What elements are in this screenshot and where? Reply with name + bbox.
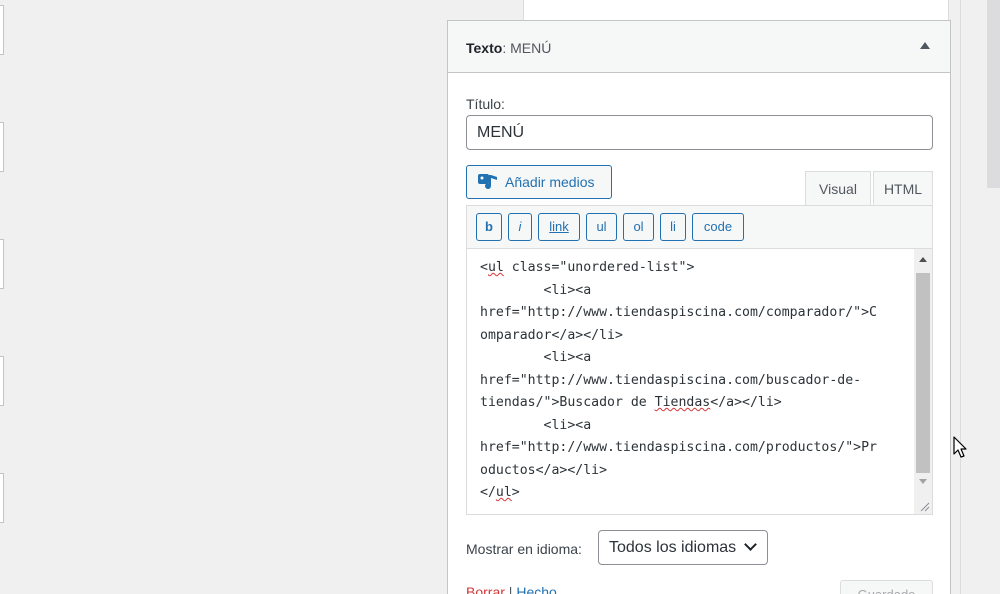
widget-footer-links: Borrar | Hecho [466, 584, 557, 594]
misspelled-word: ul [487, 260, 504, 275]
page-scrollbar-thumb[interactable] [987, 0, 1000, 188]
previous-widget-bottom [523, 0, 949, 22]
html-content-text[interactable]: <ul class="unordered-list"> <li><a href="… [480, 257, 910, 505]
language-label: Mostrar en idioma: [466, 541, 582, 557]
delete-link[interactable]: Borrar [466, 584, 505, 594]
mouse-cursor-icon [953, 436, 967, 458]
quicktags-toolbar: b i link ul ol li code [466, 205, 933, 248]
quicktag-bold-button[interactable]: b [476, 213, 502, 241]
quicktag-li-button[interactable]: li [660, 213, 686, 241]
text-widget: Texto: MENÚ Título: MENÚ Añadir medios V… [447, 20, 951, 594]
misspelled-word: Tiendas [654, 395, 711, 410]
done-link[interactable]: Hecho [516, 584, 556, 594]
widget-title: Texto: MENÚ [466, 40, 551, 56]
chevron-down-icon [744, 538, 757, 551]
widget-instance-title: : MENÚ [502, 40, 552, 56]
quicktag-link-button[interactable]: link [538, 213, 580, 241]
scroll-up-arrow-icon[interactable] [919, 257, 927, 262]
code-line: href="http://www.tiendaspiscina.com/prod… [480, 440, 877, 455]
tab-html[interactable]: HTML [873, 171, 933, 205]
textarea-scrollbar[interactable] [914, 249, 932, 514]
code-line: <li><a [480, 350, 592, 365]
media-icon [478, 174, 497, 190]
widget-type-label: Texto [466, 40, 503, 56]
language-select[interactable]: Todos los idiomas [598, 530, 768, 565]
html-content-textarea[interactable]: <ul class="unordered-list"> <li><a href="… [466, 248, 933, 515]
code-line: <ul class="unordered-list"> [480, 260, 695, 275]
quicktag-ul-button[interactable]: ul [586, 213, 617, 241]
left-panel-edge [0, 473, 4, 523]
add-media-label: Añadir medios [505, 174, 595, 190]
quicktag-italic-button[interactable]: i [508, 213, 532, 241]
left-panel-edge [0, 356, 4, 406]
code-line: oductos</a></li> [480, 462, 608, 478]
code-line: <li><a [480, 282, 592, 298]
quicktag-code-button[interactable]: code [692, 213, 744, 241]
link-separator: | [508, 584, 513, 594]
code-line: href="http://www.tiendaspiscina.com/busc… [480, 372, 862, 388]
title-input[interactable]: MENÚ [466, 115, 933, 150]
resize-handle-icon[interactable] [918, 500, 930, 512]
add-media-button[interactable]: Añadir medios [466, 165, 612, 199]
widget-header[interactable]: Texto: MENÚ [448, 21, 950, 73]
tab-visual[interactable]: Visual [805, 171, 871, 205]
textarea-scrollbar-thumb[interactable] [916, 273, 930, 473]
code-line: <li><a [480, 417, 592, 433]
page-scrollbar[interactable] [960, 0, 1000, 594]
left-panel-edge [0, 239, 4, 289]
code-line: </ul> [480, 485, 520, 500]
left-panel-edge [0, 5, 4, 55]
language-selected-value: Todos los idiomas [609, 539, 737, 556]
left-panel-edge [0, 122, 4, 172]
code-line: tiendas/">Buscador de Tiendas</a></li> [480, 395, 782, 410]
collapse-arrow-icon[interactable] [920, 42, 930, 49]
title-label: Título: [466, 96, 505, 112]
scroll-down-arrow-icon[interactable] [919, 479, 927, 484]
code-line: omparador</a></li> [480, 327, 623, 343]
save-button[interactable]: Guardado [840, 580, 933, 594]
code-line: href="http://www.tiendaspiscina.com/comp… [480, 305, 877, 320]
misspelled-word: ul [495, 485, 512, 500]
quicktag-ol-button[interactable]: ol [623, 213, 654, 241]
